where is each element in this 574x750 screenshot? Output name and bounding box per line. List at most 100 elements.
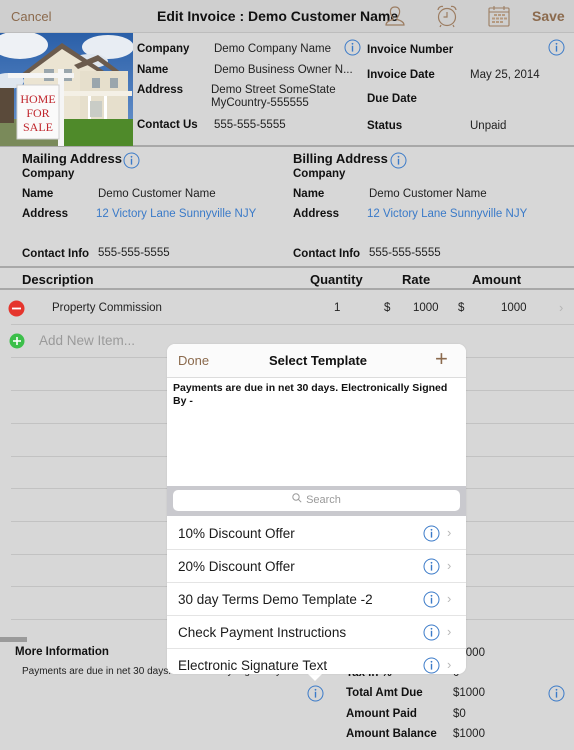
template-item-30-day-terms[interactable]: 30 day Terms Demo Template -2 ›	[167, 583, 466, 616]
svg-text:FOR: FOR	[26, 106, 49, 120]
search-icon	[292, 490, 302, 511]
company-label: Company	[137, 43, 190, 55]
template-label: 10% Discount Offer	[178, 526, 295, 541]
quantity-header: Quantity	[310, 272, 363, 287]
mailing-contact-value[interactable]: 555-555-5555	[98, 247, 170, 259]
template-label: Electronic Signature Text	[178, 658, 328, 673]
mailing-name-value[interactable]: Demo Customer Name	[98, 188, 216, 200]
add-new-item-input[interactable]: Add New Item...	[39, 333, 135, 348]
template-item-20-discount[interactable]: 20% Discount Offer ›	[167, 550, 466, 583]
add-template-button[interactable]: +	[435, 347, 448, 371]
template-label: 30 day Terms Demo Template -2	[178, 592, 373, 607]
mailing-address-info-icon[interactable]	[123, 152, 140, 169]
business-logo-image[interactable]: HOME FOR SALE	[0, 33, 133, 146]
add-item-icon[interactable]	[9, 333, 25, 349]
mailing-address-link[interactable]: 12 Victory Lane Sunnyville NJY	[96, 208, 256, 220]
template-item-check-payment[interactable]: Check Payment Instructions ›	[167, 616, 466, 649]
amount-header: Amount	[472, 272, 522, 287]
search-placeholder: Search	[306, 494, 341, 506]
template-item-10-discount[interactable]: 10% Discount Offer ›	[167, 517, 466, 550]
owner-name-label: Name	[137, 64, 169, 76]
page-title: Edit Invoice : Demo Customer Name	[157, 8, 399, 24]
scroll-indicator[interactable]	[0, 637, 27, 642]
template-info-icon[interactable]	[423, 624, 440, 641]
invoice-number-label: Invoice Number	[367, 44, 454, 56]
person-icon[interactable]	[382, 4, 408, 28]
svg-text:SALE: SALE	[23, 120, 53, 134]
item-quantity: 1	[334, 302, 341, 314]
billing-contact-value[interactable]: 555-555-5555	[369, 247, 441, 259]
chevron-right-icon: ›	[447, 525, 452, 540]
company-value[interactable]: Demo Company Name	[214, 43, 331, 55]
items-table-header: Description Quantity Rate Amount	[0, 266, 574, 290]
delete-item-icon[interactable]	[8, 300, 25, 317]
template-label: Check Payment Instructions	[178, 625, 347, 640]
owner-name-value[interactable]: Demo Business Owner N...	[214, 64, 353, 76]
due-date-label: Due Date	[367, 93, 417, 105]
chevron-right-icon: ›	[447, 657, 452, 672]
status-value[interactable]: Unpaid	[470, 120, 506, 132]
mailing-company-label: Company	[22, 168, 75, 180]
amount-paid-label: Amount Paid	[346, 708, 417, 720]
template-info-icon[interactable]	[423, 525, 440, 542]
mailing-contact-label: Contact Info	[22, 248, 90, 260]
done-button[interactable]: Done	[178, 353, 209, 368]
chevron-right-icon: ›	[447, 624, 452, 639]
mailing-name-label: Name	[22, 188, 54, 200]
chevron-right-icon: ›	[447, 558, 452, 573]
template-info-icon[interactable]	[423, 558, 440, 575]
alarm-clock-icon[interactable]	[434, 4, 460, 28]
total-due-label: Total Amt Due	[346, 687, 423, 699]
search-input[interactable]: Search	[173, 490, 460, 511]
table-row[interactable]: Property Commission 1 $ 1000 $ 1000 ›	[0, 292, 574, 324]
template-item-electronic-signature[interactable]: Electronic Signature Text ›	[167, 649, 466, 674]
billing-company-label: Company	[293, 168, 346, 180]
template-label: 20% Discount Offer	[178, 559, 295, 574]
invoice-info-icon[interactable]	[548, 39, 565, 56]
calendar-icon[interactable]	[486, 4, 512, 28]
item-rate: 1000	[413, 302, 439, 314]
billing-address-label: Address	[293, 208, 340, 220]
chevron-right-icon: ›	[559, 300, 564, 315]
amount-balance-value: $1000	[453, 728, 485, 740]
more-information-title: More Information	[15, 646, 109, 658]
billing-name-value[interactable]: Demo Customer Name	[369, 188, 487, 200]
billing-name-label: Name	[293, 188, 325, 200]
contact-us-value[interactable]: 555-555-5555	[214, 119, 286, 131]
amount-paid-value[interactable]: $0	[453, 708, 466, 720]
billing-contact-label: Contact Info	[293, 248, 361, 260]
rate-header: Rate	[402, 272, 431, 287]
mailing-address-title: Mailing Address	[22, 151, 122, 166]
item-rate-currency: $	[384, 302, 391, 314]
cancel-button[interactable]: Cancel	[11, 9, 51, 24]
billing-address-info-icon[interactable]	[390, 152, 407, 169]
billing-address-title: Billing Address	[293, 151, 388, 166]
template-info-icon[interactable]	[423, 591, 440, 608]
company-address-line2[interactable]: MyCountry-555555	[211, 97, 309, 109]
item-amount: 1000	[501, 302, 527, 314]
more-information-info-icon[interactable]	[307, 685, 324, 702]
totals-info-icon[interactable]	[548, 685, 565, 702]
company-address-label: Address	[137, 84, 184, 96]
popover-title: Select Template	[269, 353, 368, 368]
company-address-line1[interactable]: Demo Street SomeState	[211, 84, 336, 96]
save-button[interactable]: Save	[532, 8, 565, 24]
company-info-icon[interactable]	[344, 39, 361, 56]
amount-balance-label: Amount Balance	[346, 728, 437, 740]
item-amount-currency: $	[458, 302, 465, 314]
description-header: Description	[22, 272, 94, 287]
invoice-date-value[interactable]: May 25, 2014	[470, 69, 540, 81]
select-template-popover: Done Select Template + Payments are due …	[167, 344, 466, 674]
item-description: Property Commission	[52, 302, 162, 314]
search-bar: Search	[167, 486, 466, 516]
template-info-icon[interactable]	[423, 657, 440, 674]
template-preview-text[interactable]: Payments are due in net 30 days. Electro…	[173, 382, 463, 408]
chevron-right-icon: ›	[447, 591, 452, 606]
total-due-value: $1000	[453, 687, 485, 699]
navigation-bar: Cancel Edit Invoice : Demo Customer Name…	[0, 0, 574, 33]
billing-address-link[interactable]: 12 Victory Lane Sunnyville NJY	[367, 208, 527, 220]
contact-us-label: Contact Us	[137, 119, 198, 131]
invoice-date-label: Invoice Date	[367, 69, 435, 81]
status-label: Status	[367, 120, 403, 132]
popover-header: Done Select Template +	[167, 344, 466, 378]
